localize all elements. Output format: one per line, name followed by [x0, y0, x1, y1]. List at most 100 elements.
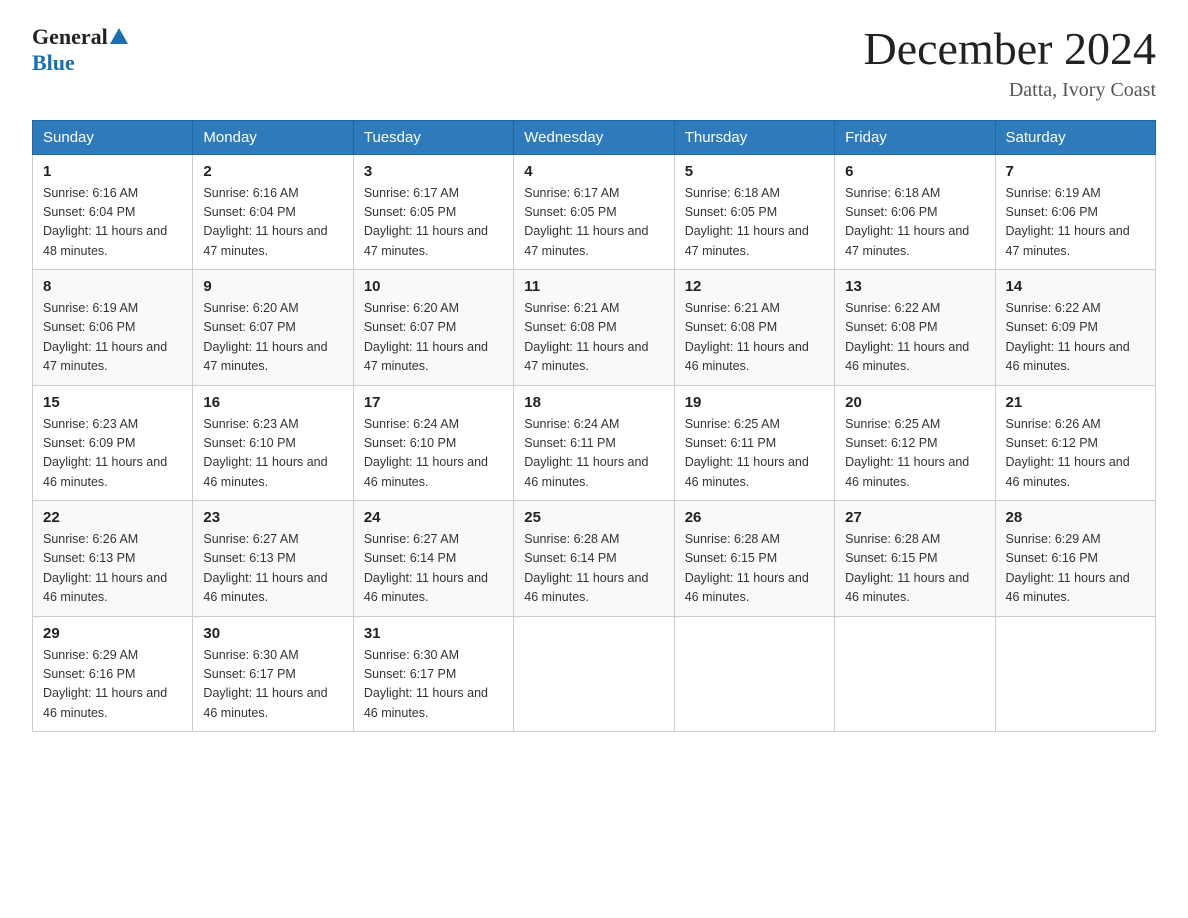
- day-info: Sunrise: 6:24 AM Sunset: 6:11 PM Dayligh…: [524, 415, 663, 493]
- day-info: Sunrise: 6:25 AM Sunset: 6:11 PM Dayligh…: [685, 415, 824, 493]
- day-number: 1: [43, 163, 182, 180]
- calendar-cell: 27 Sunrise: 6:28 AM Sunset: 6:15 PM Dayl…: [835, 501, 995, 617]
- day-info: Sunrise: 6:16 AM Sunset: 6:04 PM Dayligh…: [43, 184, 182, 262]
- day-info: Sunrise: 6:28 AM Sunset: 6:15 PM Dayligh…: [845, 530, 984, 608]
- day-number: 21: [1006, 394, 1145, 411]
- day-info: Sunrise: 6:20 AM Sunset: 6:07 PM Dayligh…: [364, 299, 503, 377]
- calendar-cell: 23 Sunrise: 6:27 AM Sunset: 6:13 PM Dayl…: [193, 501, 353, 617]
- calendar-cell: 8 Sunrise: 6:19 AM Sunset: 6:06 PM Dayli…: [33, 270, 193, 386]
- calendar-cell: 31 Sunrise: 6:30 AM Sunset: 6:17 PM Dayl…: [353, 616, 513, 732]
- day-info: Sunrise: 6:24 AM Sunset: 6:10 PM Dayligh…: [364, 415, 503, 493]
- day-number: 28: [1006, 509, 1145, 526]
- logo: General Blue: [32, 24, 130, 76]
- day-info: Sunrise: 6:27 AM Sunset: 6:14 PM Dayligh…: [364, 530, 503, 608]
- day-number: 20: [845, 394, 984, 411]
- day-number: 27: [845, 509, 984, 526]
- title-block: December 2024 Datta, Ivory Coast: [864, 24, 1157, 102]
- day-number: 31: [364, 625, 503, 642]
- calendar-cell: 20 Sunrise: 6:25 AM Sunset: 6:12 PM Dayl…: [835, 385, 995, 501]
- calendar-cell: 28 Sunrise: 6:29 AM Sunset: 6:16 PM Dayl…: [995, 501, 1155, 617]
- day-info: Sunrise: 6:26 AM Sunset: 6:13 PM Dayligh…: [43, 530, 182, 608]
- day-number: 3: [364, 163, 503, 180]
- calendar-cell: 24 Sunrise: 6:27 AM Sunset: 6:14 PM Dayl…: [353, 501, 513, 617]
- logo-blue-text: Blue: [32, 50, 75, 75]
- day-number: 16: [203, 394, 342, 411]
- day-number: 4: [524, 163, 663, 180]
- day-number: 15: [43, 394, 182, 411]
- day-number: 24: [364, 509, 503, 526]
- day-info: Sunrise: 6:17 AM Sunset: 6:05 PM Dayligh…: [524, 184, 663, 262]
- header-thursday: Thursday: [674, 120, 834, 154]
- calendar-cell: 12 Sunrise: 6:21 AM Sunset: 6:08 PM Dayl…: [674, 270, 834, 386]
- calendar-cell: 26 Sunrise: 6:28 AM Sunset: 6:15 PM Dayl…: [674, 501, 834, 617]
- day-info: Sunrise: 6:19 AM Sunset: 6:06 PM Dayligh…: [43, 299, 182, 377]
- day-number: 29: [43, 625, 182, 642]
- calendar-cell: 1 Sunrise: 6:16 AM Sunset: 6:04 PM Dayli…: [33, 154, 193, 270]
- day-number: 6: [845, 163, 984, 180]
- week-row-5: 29 Sunrise: 6:29 AM Sunset: 6:16 PM Dayl…: [33, 616, 1156, 732]
- day-info: Sunrise: 6:30 AM Sunset: 6:17 PM Dayligh…: [364, 646, 503, 724]
- day-number: 14: [1006, 278, 1145, 295]
- calendar-cell: 9 Sunrise: 6:20 AM Sunset: 6:07 PM Dayli…: [193, 270, 353, 386]
- calendar-cell: 17 Sunrise: 6:24 AM Sunset: 6:10 PM Dayl…: [353, 385, 513, 501]
- day-info: Sunrise: 6:21 AM Sunset: 6:08 PM Dayligh…: [685, 299, 824, 377]
- calendar-cell: 6 Sunrise: 6:18 AM Sunset: 6:06 PM Dayli…: [835, 154, 995, 270]
- day-number: 26: [685, 509, 824, 526]
- day-number: 9: [203, 278, 342, 295]
- calendar-cell: 15 Sunrise: 6:23 AM Sunset: 6:09 PM Dayl…: [33, 385, 193, 501]
- day-number: 7: [1006, 163, 1145, 180]
- calendar-cell: 7 Sunrise: 6:19 AM Sunset: 6:06 PM Dayli…: [995, 154, 1155, 270]
- day-number: 25: [524, 509, 663, 526]
- day-info: Sunrise: 6:18 AM Sunset: 6:06 PM Dayligh…: [845, 184, 984, 262]
- calendar-cell: [995, 616, 1155, 732]
- calendar-cell: 3 Sunrise: 6:17 AM Sunset: 6:05 PM Dayli…: [353, 154, 513, 270]
- week-row-4: 22 Sunrise: 6:26 AM Sunset: 6:13 PM Dayl…: [33, 501, 1156, 617]
- day-info: Sunrise: 6:17 AM Sunset: 6:05 PM Dayligh…: [364, 184, 503, 262]
- day-info: Sunrise: 6:27 AM Sunset: 6:13 PM Dayligh…: [203, 530, 342, 608]
- day-number: 30: [203, 625, 342, 642]
- day-info: Sunrise: 6:28 AM Sunset: 6:14 PM Dayligh…: [524, 530, 663, 608]
- calendar-cell: 10 Sunrise: 6:20 AM Sunset: 6:07 PM Dayl…: [353, 270, 513, 386]
- day-number: 2: [203, 163, 342, 180]
- day-info: Sunrise: 6:23 AM Sunset: 6:09 PM Dayligh…: [43, 415, 182, 493]
- day-number: 23: [203, 509, 342, 526]
- day-info: Sunrise: 6:29 AM Sunset: 6:16 PM Dayligh…: [43, 646, 182, 724]
- day-info: Sunrise: 6:20 AM Sunset: 6:07 PM Dayligh…: [203, 299, 342, 377]
- header-wednesday: Wednesday: [514, 120, 674, 154]
- day-number: 8: [43, 278, 182, 295]
- day-number: 22: [43, 509, 182, 526]
- header-sunday: Sunday: [33, 120, 193, 154]
- day-info: Sunrise: 6:23 AM Sunset: 6:10 PM Dayligh…: [203, 415, 342, 493]
- page-subtitle: Datta, Ivory Coast: [864, 79, 1157, 102]
- logo-icon: [108, 26, 130, 48]
- calendar-cell: 4 Sunrise: 6:17 AM Sunset: 6:05 PM Dayli…: [514, 154, 674, 270]
- calendar-cell: 25 Sunrise: 6:28 AM Sunset: 6:14 PM Dayl…: [514, 501, 674, 617]
- calendar-table: SundayMondayTuesdayWednesdayThursdayFrid…: [32, 120, 1156, 733]
- day-info: Sunrise: 6:18 AM Sunset: 6:05 PM Dayligh…: [685, 184, 824, 262]
- calendar-cell: 30 Sunrise: 6:30 AM Sunset: 6:17 PM Dayl…: [193, 616, 353, 732]
- day-info: Sunrise: 6:25 AM Sunset: 6:12 PM Dayligh…: [845, 415, 984, 493]
- day-info: Sunrise: 6:19 AM Sunset: 6:06 PM Dayligh…: [1006, 184, 1145, 262]
- day-info: Sunrise: 6:26 AM Sunset: 6:12 PM Dayligh…: [1006, 415, 1145, 493]
- header-saturday: Saturday: [995, 120, 1155, 154]
- day-number: 11: [524, 278, 663, 295]
- day-number: 12: [685, 278, 824, 295]
- week-row-3: 15 Sunrise: 6:23 AM Sunset: 6:09 PM Dayl…: [33, 385, 1156, 501]
- day-number: 13: [845, 278, 984, 295]
- calendar-cell: [674, 616, 834, 732]
- day-info: Sunrise: 6:16 AM Sunset: 6:04 PM Dayligh…: [203, 184, 342, 262]
- week-row-1: 1 Sunrise: 6:16 AM Sunset: 6:04 PM Dayli…: [33, 154, 1156, 270]
- calendar-cell: 11 Sunrise: 6:21 AM Sunset: 6:08 PM Dayl…: [514, 270, 674, 386]
- day-info: Sunrise: 6:28 AM Sunset: 6:15 PM Dayligh…: [685, 530, 824, 608]
- calendar-cell: 19 Sunrise: 6:25 AM Sunset: 6:11 PM Dayl…: [674, 385, 834, 501]
- day-number: 5: [685, 163, 824, 180]
- calendar-cell: 16 Sunrise: 6:23 AM Sunset: 6:10 PM Dayl…: [193, 385, 353, 501]
- day-number: 10: [364, 278, 503, 295]
- calendar-cell: 21 Sunrise: 6:26 AM Sunset: 6:12 PM Dayl…: [995, 385, 1155, 501]
- page-title: December 2024: [864, 24, 1157, 75]
- calendar-cell: 22 Sunrise: 6:26 AM Sunset: 6:13 PM Dayl…: [33, 501, 193, 617]
- day-number: 18: [524, 394, 663, 411]
- calendar-cell: 13 Sunrise: 6:22 AM Sunset: 6:08 PM Dayl…: [835, 270, 995, 386]
- page-header: General Blue December 2024 Datta, Ivory …: [32, 24, 1156, 102]
- day-info: Sunrise: 6:29 AM Sunset: 6:16 PM Dayligh…: [1006, 530, 1145, 608]
